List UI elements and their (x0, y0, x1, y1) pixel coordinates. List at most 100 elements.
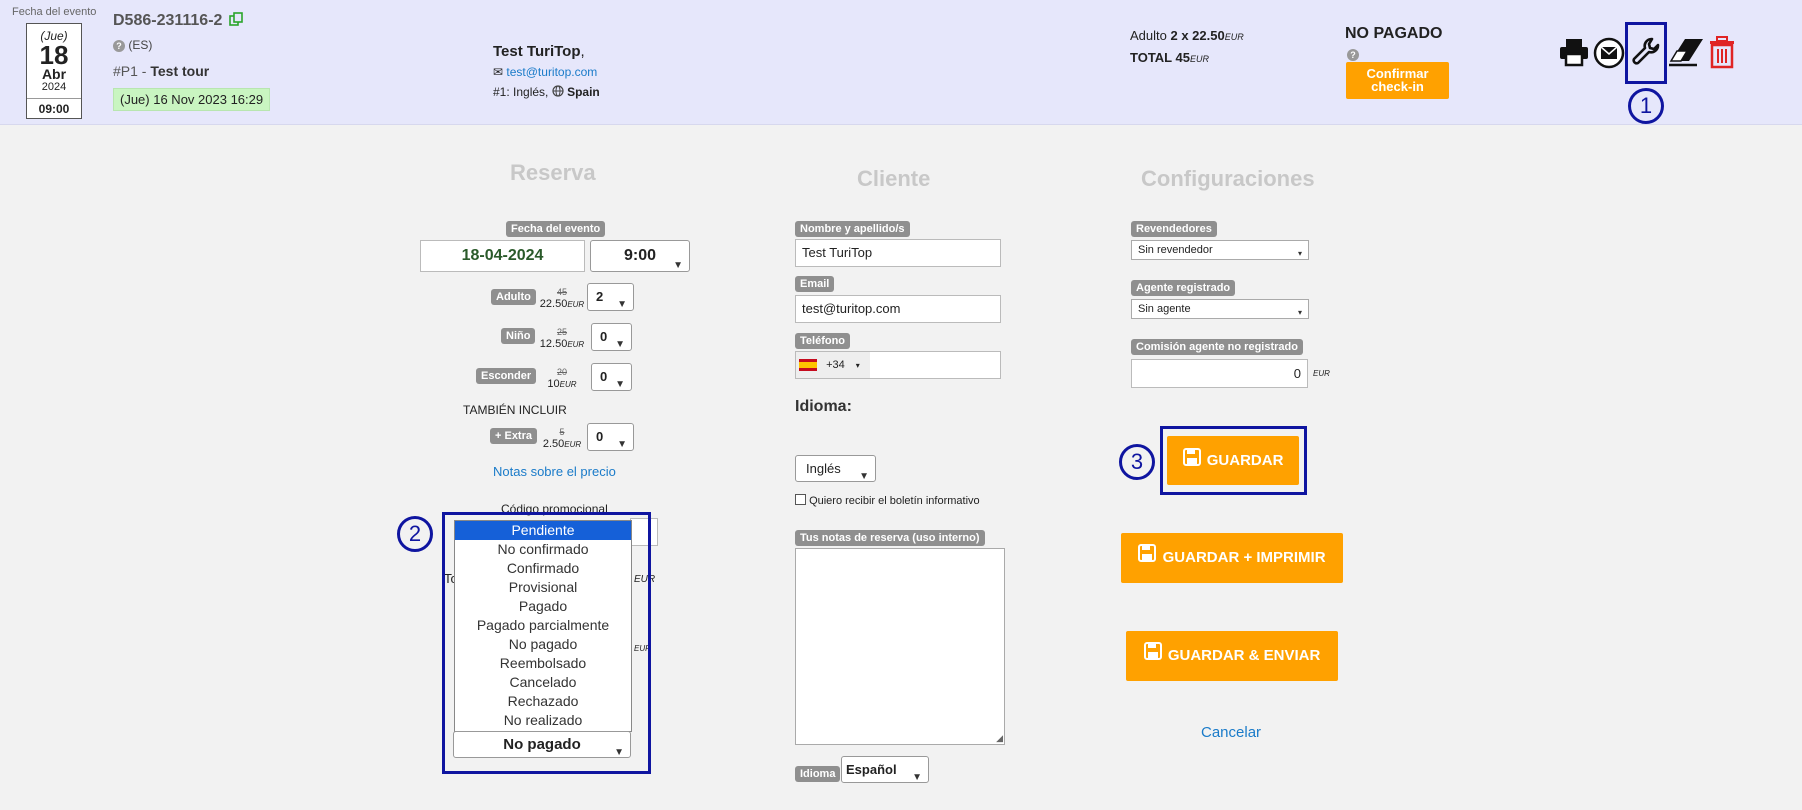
newsletter-checkbox[interactable] (795, 494, 806, 505)
status-option[interactable]: No pagado (455, 635, 631, 654)
chevron-down-icon: ▼ (617, 439, 627, 450)
line-price-esconder: 20 10EUR (538, 366, 586, 391)
guardar-label: GUARDAR (1206, 452, 1284, 469)
qty-select-esconder[interactable]: 0 ▼ (591, 363, 632, 391)
eraser-icon[interactable] (1667, 37, 1705, 74)
date-time: 09:00 (27, 98, 81, 116)
idioma-title: Idioma: (795, 398, 852, 415)
newsletter-label: Quiero recibir el boletín informativo (809, 495, 980, 507)
status-option[interactable]: No realizado (455, 711, 631, 730)
event-date-label: Fecha del evento (12, 6, 97, 18)
cancelar-link[interactable]: Cancelar (1201, 724, 1261, 741)
created-date-badge: (Jue) 16 Nov 2023 16:29 (113, 88, 271, 111)
status-option[interactable]: Pagado parcialmente (455, 616, 631, 635)
guardar-imprimir-label: GUARDAR + IMPRIMIR (1162, 549, 1326, 566)
comision-input[interactable]: 0 (1131, 359, 1308, 388)
guardar-enviar-button[interactable]: GUARDAR & ENVIAR (1126, 631, 1338, 681)
agente-select[interactable]: Sin agente ▾ (1131, 299, 1309, 319)
name-label: Nombre y apellido/s (795, 221, 910, 237)
guardar-button[interactable]: GUARDAR (1167, 436, 1299, 485)
agente-value: Sin agente (1138, 303, 1191, 315)
new-price: 10 (547, 378, 560, 390)
phone-input[interactable]: +34 ▾ (795, 351, 1001, 379)
date-year: 2024 (41, 81, 67, 93)
customer-email-row: ✉ test@turitop.com (493, 65, 597, 79)
total-currency: EUR (1189, 54, 1209, 64)
chevron-down-icon: ▼ (615, 379, 625, 390)
status-option[interactable]: Reembolsado (455, 654, 631, 673)
comision-currency: EUR (1313, 369, 1330, 378)
copy-icon[interactable] (229, 12, 243, 31)
line-label-esconder: Esconder (476, 368, 537, 384)
revendedores-label: Revendedores (1131, 221, 1217, 237)
idioma-small-label: Idioma (795, 766, 841, 782)
price-currency: EUR (1224, 32, 1244, 42)
idioma-small-select[interactable]: Español ▼ (841, 756, 929, 783)
status-option[interactable]: Cancelado (455, 673, 631, 692)
chevron-down-icon: ▼ (615, 339, 625, 350)
revendedores-value: Sin revendedor (1138, 244, 1213, 256)
date-month: Abr (41, 66, 67, 82)
currency: EUR (567, 340, 585, 349)
qty-select-extra[interactable]: 0 ▼ (587, 423, 634, 451)
total-line: TOTAL 45EUR (1130, 50, 1209, 65)
caret-down-icon: ▾ (855, 361, 860, 370)
idioma-small-value: Español (846, 762, 897, 777)
agente-label: Agente registrado (1131, 280, 1236, 296)
qty-select-nino[interactable]: 0 ▼ (591, 323, 632, 351)
resize-handle-icon[interactable]: ◢ (996, 733, 1003, 744)
newsletter-row: Quiero recibir el boletín informativo (795, 494, 980, 507)
event-date-input[interactable]: 18-04-2024 (420, 240, 585, 272)
qty-select-adulto[interactable]: 2 ▼ (587, 283, 634, 311)
lang-row: ? (ES) (113, 38, 152, 52)
config-title: Configuraciones (1141, 166, 1315, 191)
printer-icon[interactable] (1558, 36, 1590, 73)
chevron-down-icon: ▼ (614, 746, 624, 758)
status-option[interactable]: No confirmado (455, 540, 631, 559)
new-price: 22.50 (539, 298, 568, 310)
idioma-select[interactable]: Inglés ▼ (795, 455, 876, 482)
cliente-title: Cliente (857, 166, 931, 191)
also-include-label: TAMBIÉN INCLUIR (463, 403, 567, 417)
help-icon[interactable]: ? (113, 39, 125, 52)
trash-icon[interactable] (1708, 36, 1736, 75)
price-notes-link[interactable]: Notas sobre el precio (493, 464, 616, 479)
guardar-imprimir-button[interactable]: GUARDAR + IMPRIMIR (1121, 533, 1343, 583)
qty-value: 2 (596, 289, 604, 304)
phone-label: Teléfono (795, 333, 851, 349)
customer-lang-row: #1: Inglés, Spain (493, 85, 600, 99)
revendedores-select[interactable]: Sin revendedor ▾ (1131, 240, 1309, 260)
country-code-selector[interactable]: +34 ▾ (796, 352, 870, 378)
notes-textarea[interactable]: ◢ (795, 548, 1005, 745)
status-option[interactable]: Pagado (455, 597, 631, 616)
product-prefix: #P1 (113, 63, 138, 79)
line-label-adulto: Adulto (491, 289, 536, 305)
save-icon (1138, 533, 1157, 583)
currency: EUR (564, 440, 582, 449)
status-dropdown-list[interactable]: Pendiente No confirmado Confirmado Provi… (454, 520, 632, 732)
status-select-value: No pagado (503, 736, 581, 753)
customer-email-link[interactable]: test@turitop.com (506, 65, 597, 79)
product-row: #P1 - Test tour (113, 63, 210, 79)
mail-icon[interactable] (1593, 37, 1625, 74)
status-option[interactable]: Confirmado (455, 559, 631, 578)
help-icon[interactable]: ? (1347, 48, 1359, 61)
status-option[interactable]: Provisional (455, 578, 631, 597)
save-icon (1143, 631, 1162, 681)
qty-value: 0 (596, 429, 604, 444)
old-price: 5 (559, 427, 565, 437)
date-day: 18 (39, 40, 69, 70)
wrench-icon[interactable] (1630, 35, 1662, 74)
status-select[interactable]: No pagado ▼ (453, 731, 631, 758)
event-time-select[interactable]: 9:00 ▼ (590, 240, 690, 272)
reserva-title: Reserva (510, 160, 596, 185)
email-input[interactable]: test@turitop.com (795, 295, 1001, 323)
line-price-nino: 25 12.50EUR (538, 326, 586, 351)
booking-id-row: D586-231116-2 (113, 12, 243, 31)
notes-label: Tus notas de reserva (uso interno) (795, 530, 985, 546)
name-input[interactable]: Test TuriTop (795, 239, 1001, 267)
confirm-checkin-button[interactable]: Confirmar check-in (1346, 62, 1449, 99)
status-option[interactable]: Rechazado (455, 692, 631, 711)
price-line-label: Adulto (1130, 28, 1167, 43)
status-option[interactable]: Pendiente (455, 521, 631, 540)
